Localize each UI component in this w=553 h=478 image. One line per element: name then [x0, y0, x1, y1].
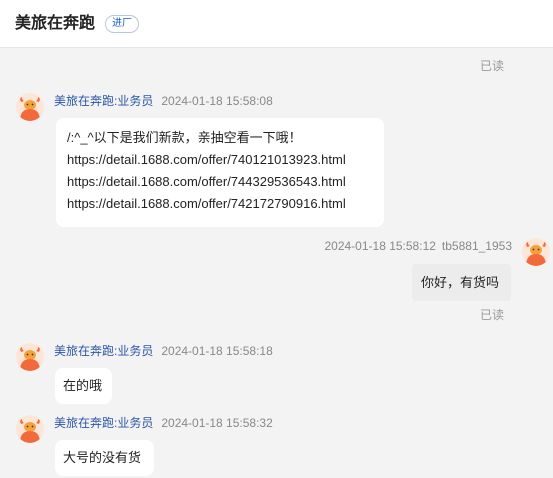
message-meta: 美旅在奔跑:业务员 2024-01-18 15:58:18: [54, 343, 273, 359]
sender-name[interactable]: 美旅在奔跑:业务员: [54, 94, 153, 108]
message-time: 2024-01-18 15:58:18: [161, 344, 273, 358]
product-link[interactable]: https://detail.1688.com/offer/7401210139…: [67, 149, 373, 171]
message-bubble: 大号的没有货: [55, 440, 154, 476]
my-message-bubble: 你好，有货吗: [412, 264, 511, 301]
shop-name[interactable]: 美旅在奔跑: [15, 13, 95, 35]
message-time: 2024-01-18 15:58:08: [161, 94, 273, 108]
message-time: 2024-01-18 15:58:12: [324, 239, 436, 253]
message-bubble: 在的哦: [55, 368, 112, 404]
bull-avatar-icon: [20, 419, 40, 443]
my-username: tb5881_1953: [441, 239, 512, 253]
seller-avatar[interactable]: [16, 93, 44, 121]
my-message-meta: 2024-01-18 15:58:12 tb5881_1953: [324, 238, 512, 254]
read-status-top: 已读: [480, 59, 505, 73]
message-meta: 美旅在奔跑:业务员 2024-01-18 15:58:08: [54, 93, 273, 109]
product-link[interactable]: https://detail.1688.com/offer/7421727909…: [67, 193, 373, 215]
message-text: /:^_^以下是我们新款，亲抽空看一下哦！: [67, 130, 302, 145]
seller-avatar[interactable]: [16, 343, 44, 371]
message-text: 大号的没有货: [63, 450, 142, 465]
message-meta: 美旅在奔跑:业务员 2024-01-18 15:58:32: [54, 415, 273, 431]
message-text: 你好，有货吗: [421, 275, 500, 290]
chat-header: 美旅在奔跑 进厂: [0, 0, 553, 48]
bull-avatar-icon: [526, 242, 546, 266]
bull-avatar-icon: [20, 347, 40, 371]
sender-name[interactable]: 美旅在奔跑:业务员: [54, 416, 153, 430]
my-avatar[interactable]: [522, 238, 550, 266]
bull-avatar-icon: [20, 97, 40, 121]
message-time: 2024-01-18 15:58:32: [161, 416, 273, 430]
product-link[interactable]: https://detail.1688.com/offer/7443295365…: [67, 171, 373, 193]
message-bubble: /:^_^以下是我们新款，亲抽空看一下哦！ https://detail.168…: [56, 118, 384, 227]
read-status: 已读: [480, 308, 505, 322]
sender-name[interactable]: 美旅在奔跑:业务员: [54, 344, 153, 358]
message-text: 在的哦: [63, 378, 103, 393]
seller-avatar[interactable]: [16, 415, 44, 443]
enter-shop-badge[interactable]: 进厂: [105, 15, 139, 33]
